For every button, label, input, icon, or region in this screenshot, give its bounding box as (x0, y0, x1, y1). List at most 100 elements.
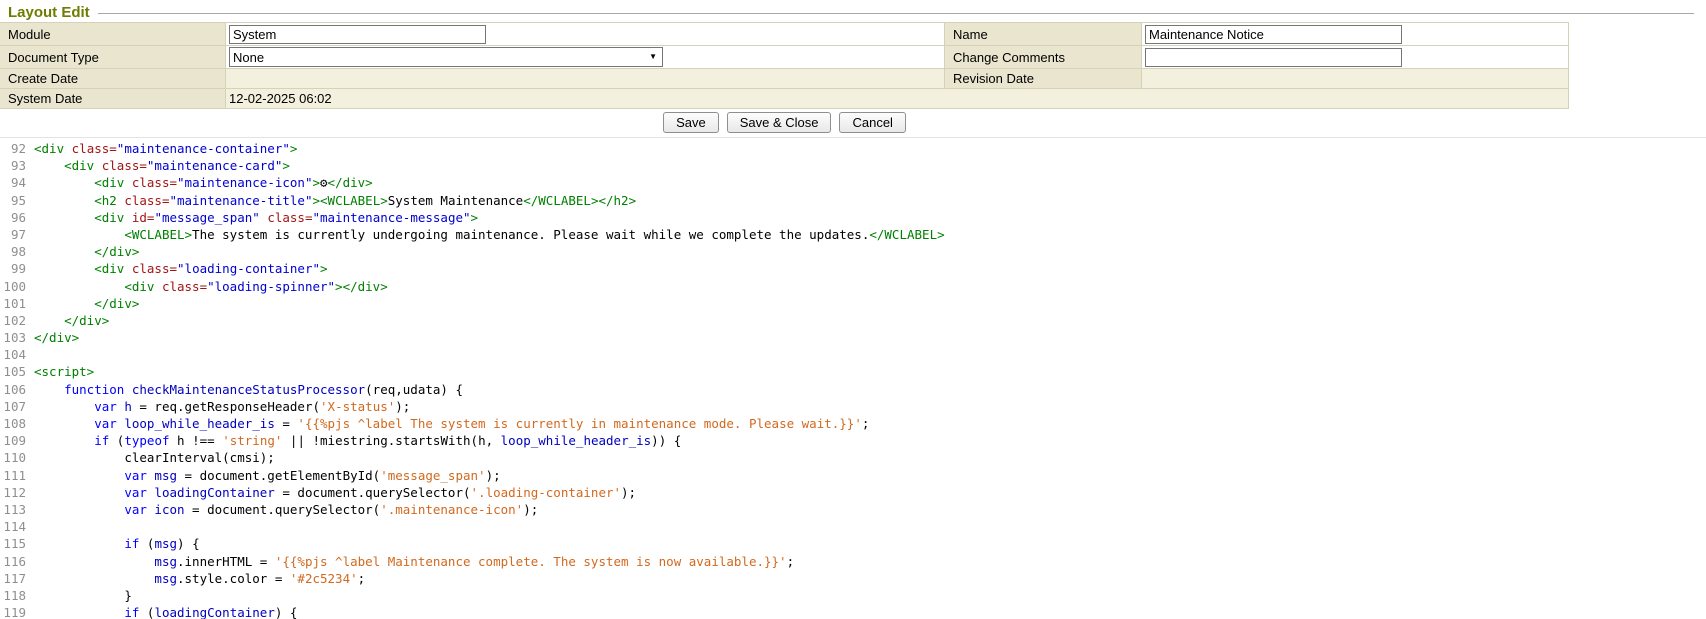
code-line: 116 msg.innerHTML = '{{%pjs ^label Maint… (0, 553, 1706, 570)
code-text: clearInterval(cmsi); (34, 450, 275, 465)
code-text: var icon = document.querySelector('.main… (34, 502, 538, 517)
document-type-select-wrap: None▼ (229, 47, 663, 67)
code-line: 106 function checkMaintenanceStatusProce… (0, 381, 1706, 398)
form-row: System Date12-02-2025 06:02 (0, 89, 1569, 109)
save-close-button[interactable]: Save & Close (727, 112, 832, 133)
code-line: 117 msg.style.color = '#2c5234'; (0, 570, 1706, 587)
code-text: var loadingContainer = document.querySel… (34, 485, 636, 500)
line-number: 117 (0, 570, 26, 587)
code-line: 100 <div class="loading-spinner"></div> (0, 278, 1706, 295)
code-line: 98 </div> (0, 243, 1706, 260)
create-date-value (226, 69, 945, 89)
code-text: </div> (34, 296, 139, 311)
code-line: 97 <WCLABEL>The system is currently unde… (0, 226, 1706, 243)
code-line: 115 if (msg) { (0, 535, 1706, 552)
code-text: <div class="maintenance-icon">⚙</div> (34, 175, 373, 190)
code-line: 114 (0, 518, 1706, 535)
code-text: <div class="loading-spinner"></div> (34, 279, 388, 294)
revision-date-label: Revision Date (945, 69, 1142, 89)
code-line: 92 <div class="maintenance-container"> (0, 140, 1706, 157)
code-line: 95 <h2 class="maintenance-title"><WCLABE… (0, 192, 1706, 209)
line-number: 108 (0, 415, 26, 432)
code-line: 109 if (typeof h !== 'string' || !miestr… (0, 432, 1706, 449)
revision-date-value (1142, 69, 1569, 89)
line-number: 110 (0, 449, 26, 466)
code-text: <div class="maintenance-card"> (34, 158, 290, 173)
line-number: 101 (0, 295, 26, 312)
line-number: 99 (0, 260, 26, 277)
line-number: 118 (0, 587, 26, 604)
code-editor[interactable]: 92<div class="maintenance-container">93 … (0, 137, 1706, 619)
code-text: if (typeof h !== 'string' || !miestring.… (34, 433, 681, 448)
layout-form: ModuleNameDocument TypeNone▼Change Comme… (0, 22, 1569, 109)
page-title: Layout Edit (8, 4, 90, 21)
line-number: 100 (0, 278, 26, 295)
line-number: 95 (0, 192, 26, 209)
code-text: <h2 class="maintenance-title"><WCLABEL>S… (34, 193, 636, 208)
change-comments-input[interactable] (1145, 48, 1402, 67)
line-number: 96 (0, 209, 26, 226)
line-number: 93 (0, 157, 26, 174)
field-cell (1142, 23, 1569, 46)
code-line: 99 <div class="loading-container"> (0, 260, 1706, 277)
code-line: 119 if (loadingContainer) { (0, 604, 1706, 619)
code-text: <WCLABEL>The system is currently undergo… (34, 227, 945, 242)
code-text: </div> (34, 313, 109, 328)
code-text: </div> (34, 244, 139, 259)
line-number: 115 (0, 535, 26, 552)
field-cell (1142, 46, 1569, 69)
code-line: 112 var loadingContainer = document.quer… (0, 484, 1706, 501)
code-line: 104 (0, 346, 1706, 363)
line-number: 114 (0, 518, 26, 535)
code-line: 96 <div id="message_span" class="mainten… (0, 209, 1706, 226)
line-number: 98 (0, 243, 26, 260)
code-text: <div class="maintenance-container"> (34, 141, 297, 156)
code-line: 108 var loop_while_header_is = '{{%pjs ^… (0, 415, 1706, 432)
cancel-button[interactable]: Cancel (839, 112, 905, 133)
code-text: function checkMaintenanceStatusProcessor… (34, 382, 463, 397)
line-number: 113 (0, 501, 26, 518)
code-line: 102 </div> (0, 312, 1706, 329)
page-header: Layout Edit (0, 0, 1706, 21)
change-comments-label: Change Comments (945, 46, 1142, 69)
button-bar: Save Save & Close Cancel (0, 109, 1569, 137)
code-text: msg.innerHTML = '{{%pjs ^label Maintenan… (34, 554, 794, 569)
line-number: 97 (0, 226, 26, 243)
code-line: 103</div> (0, 329, 1706, 346)
code-text: } (34, 588, 132, 603)
field-cell: None▼ (226, 46, 945, 69)
code-text: <div class="loading-container"> (34, 261, 328, 276)
module-input[interactable] (229, 25, 486, 44)
form-row: Module Name (0, 23, 1569, 46)
code-text: <div id="message_span" class="maintenanc… (34, 210, 478, 225)
line-number: 119 (0, 604, 26, 619)
field-cell (226, 23, 945, 46)
code-text: var h = req.getResponseHeader('X-status'… (34, 399, 410, 414)
code-line: 94 <div class="maintenance-icon">⚙</div> (0, 174, 1706, 191)
code-text: <script> (34, 364, 94, 379)
name-input[interactable] (1145, 25, 1402, 44)
line-number: 112 (0, 484, 26, 501)
line-number: 104 (0, 346, 26, 363)
code-line: 113 var icon = document.querySelector('.… (0, 501, 1706, 518)
header-rule (98, 13, 1694, 14)
system-date-value: 12-02-2025 06:02 (226, 89, 1569, 109)
code-text: if (loadingContainer) { (34, 605, 297, 619)
line-number: 102 (0, 312, 26, 329)
layout-edit-page: Layout Edit ModuleNameDocument TypeNone▼… (0, 0, 1706, 619)
code-text: </div> (34, 330, 79, 345)
line-number: 106 (0, 381, 26, 398)
line-number: 94 (0, 174, 26, 191)
line-number: 92 (0, 140, 26, 157)
name-label: Name (945, 23, 1142, 46)
form-row: Document TypeNone▼Change Comments (0, 46, 1569, 69)
document-type-select[interactable]: None (229, 47, 663, 67)
code-line: 105 <script> (0, 363, 1706, 380)
line-number: 105 (0, 363, 26, 380)
form-row: Create Date Revision Date (0, 69, 1569, 89)
save-button[interactable]: Save (663, 112, 719, 133)
create-date-label: Create Date (0, 69, 226, 89)
code-line: 107 var h = req.getResponseHeader('X-sta… (0, 398, 1706, 415)
code-text: if (msg) { (34, 536, 200, 551)
module-label: Module (0, 23, 226, 46)
